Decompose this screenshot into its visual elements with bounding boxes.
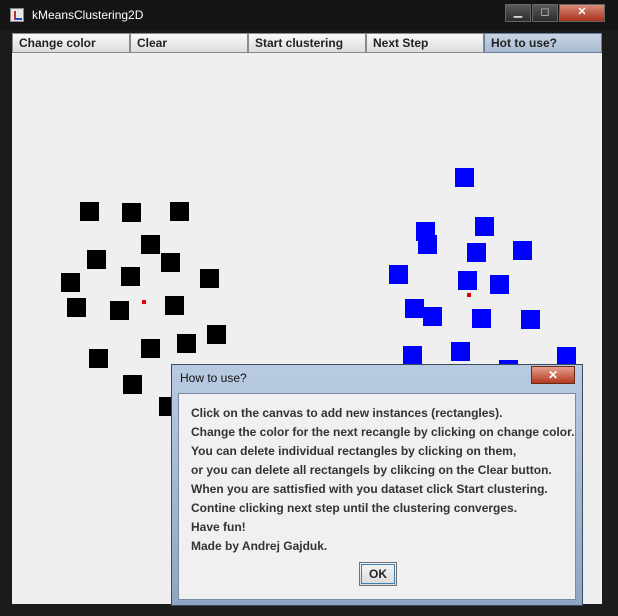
- maximize-button[interactable]: ◻: [532, 4, 558, 22]
- instance-rectangle-black[interactable]: [67, 298, 86, 317]
- instructions-list: Click on the canvas to add new instances…: [191, 404, 574, 556]
- instance-rectangle-black[interactable]: [89, 349, 108, 368]
- dialog-title: How to use?: [180, 371, 247, 385]
- ok-button[interactable]: OK: [359, 562, 397, 586]
- instruction-line: You can delete individual rectangles by …: [191, 444, 517, 458]
- instance-rectangle-black[interactable]: [177, 334, 196, 353]
- instance-rectangle-black[interactable]: [121, 267, 140, 286]
- instance-rectangle-blue[interactable]: [455, 168, 474, 187]
- instance-rectangle-black[interactable]: [87, 250, 106, 269]
- instance-rectangle-blue[interactable]: [405, 299, 424, 318]
- instruction-line: Click on the canvas to add new instances…: [191, 406, 503, 420]
- instance-rectangle-black[interactable]: [165, 296, 184, 315]
- instance-rectangle-blue[interactable]: [418, 235, 437, 254]
- instance-rectangle-black[interactable]: [80, 202, 99, 221]
- instance-rectangle-blue[interactable]: [403, 346, 422, 365]
- instruction-line: or you can delete all rectangels by clik…: [191, 463, 552, 477]
- instance-rectangle-black[interactable]: [110, 301, 129, 320]
- instance-rectangle-blue[interactable]: [458, 271, 477, 290]
- instance-rectangle-blue[interactable]: [389, 265, 408, 284]
- instance-rectangle-black[interactable]: [200, 269, 219, 288]
- how-to-use-button[interactable]: Hot to use?: [484, 33, 602, 53]
- instance-rectangle-black[interactable]: [122, 203, 141, 222]
- toolbar: Change color Clear Start clustering Next…: [12, 33, 602, 53]
- instance-rectangle-blue[interactable]: [521, 310, 540, 329]
- centroid-marker: [142, 300, 146, 304]
- app-window: kMeansClustering2D ▁ ◻ ✕ Change color Cl…: [0, 0, 618, 616]
- instance-rectangle-blue[interactable]: [467, 243, 486, 262]
- instruction-line: Change the color for the next recangle b…: [191, 425, 575, 439]
- change-color-button[interactable]: Change color: [12, 33, 130, 53]
- window-title: kMeansClustering2D: [32, 8, 144, 22]
- instance-rectangle-black[interactable]: [141, 235, 160, 254]
- instance-rectangle-blue[interactable]: [513, 241, 532, 260]
- clear-button[interactable]: Clear: [130, 33, 248, 53]
- instance-rectangle-black[interactable]: [141, 339, 160, 358]
- instance-rectangle-blue[interactable]: [472, 309, 491, 328]
- dialog-close-button[interactable]: ✕: [531, 366, 575, 384]
- centroid-marker: [467, 293, 471, 297]
- instance-rectangle-black[interactable]: [207, 325, 226, 344]
- how-to-use-dialog: How to use? ✕ Click on the canvas to add…: [171, 364, 583, 606]
- title-bar[interactable]: kMeansClustering2D ▁ ◻ ✕: [0, 0, 618, 30]
- start-clustering-button[interactable]: Start clustering: [248, 33, 366, 53]
- instance-rectangle-blue[interactable]: [423, 307, 442, 326]
- close-button[interactable]: ✕: [559, 4, 605, 22]
- java-app-icon: [10, 8, 24, 22]
- instance-rectangle-blue[interactable]: [490, 275, 509, 294]
- instruction-line: Made by Andrej Gajduk.: [191, 539, 328, 553]
- instance-rectangle-black[interactable]: [161, 253, 180, 272]
- instance-rectangle-black[interactable]: [170, 202, 189, 221]
- instruction-line: Contine clicking next step until the clu…: [191, 501, 518, 515]
- instruction-line: Have fun!: [191, 520, 246, 534]
- instance-rectangle-blue[interactable]: [451, 342, 470, 361]
- next-step-button[interactable]: Next Step: [366, 33, 484, 53]
- minimize-button[interactable]: ▁: [505, 4, 531, 22]
- instance-rectangle-black[interactable]: [61, 273, 80, 292]
- instance-rectangle-blue[interactable]: [475, 217, 494, 236]
- instruction-line: When you are sattisfied with you dataset…: [191, 482, 548, 496]
- dialog-content: Click on the canvas to add new instances…: [178, 393, 576, 600]
- instance-rectangle-black[interactable]: [123, 375, 142, 394]
